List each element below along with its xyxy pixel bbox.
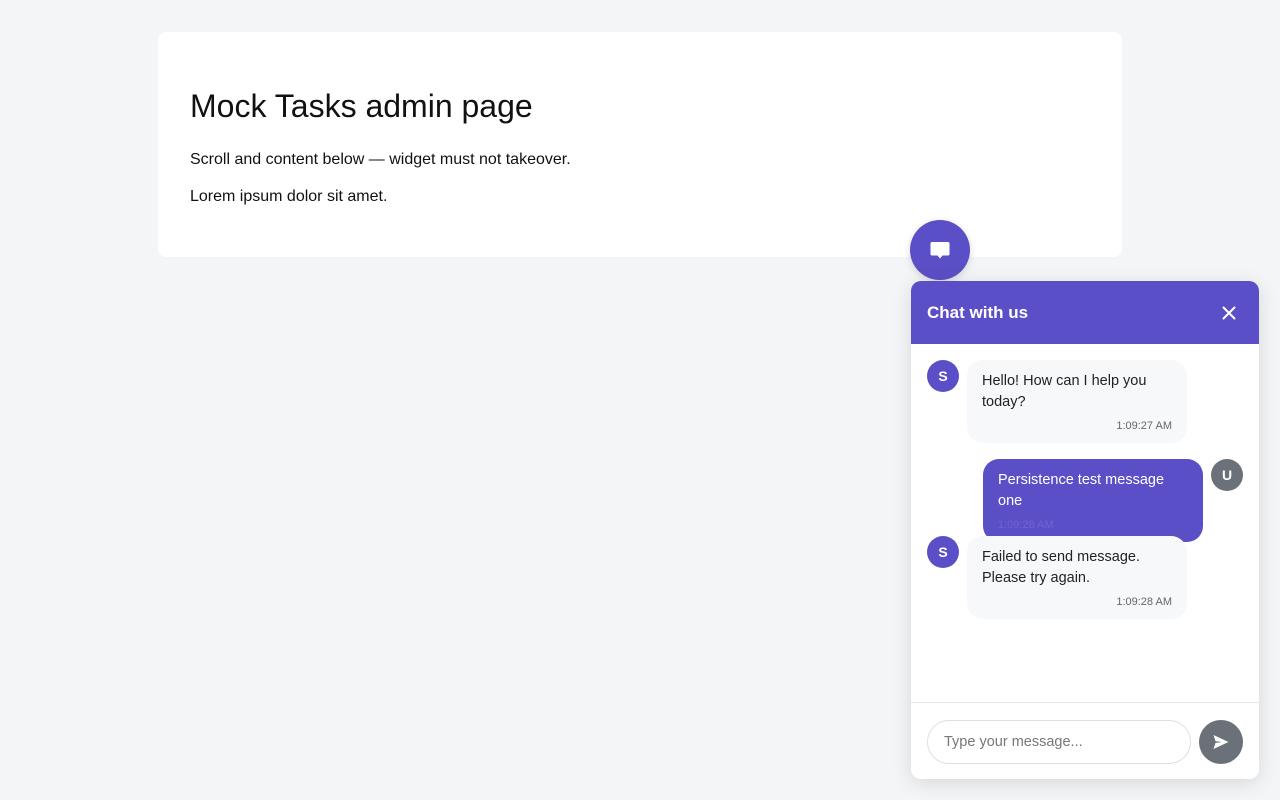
content-card: Mock Tasks admin page Scroll and content… — [158, 32, 1122, 257]
system-avatar: S — [927, 360, 959, 392]
message-text: Hello! How can I help you today? — [982, 373, 1147, 410]
message-bubble: Hello! How can I help you today? 1:09:27… — [967, 360, 1187, 443]
lorem-paragraph: Lorem ipsum dolor sit amet. — [190, 188, 388, 205]
system-avatar: S — [927, 536, 959, 568]
chat-title: Chat with us — [927, 302, 1029, 322]
close-icon — [1222, 306, 1236, 319]
chat-bubble-icon — [930, 242, 950, 259]
send-icon — [1213, 735, 1229, 749]
message-timestamp: 1:09:28 AM — [998, 519, 1054, 531]
message-list: S Hello! How can I help you today? 1:09:… — [911, 344, 1259, 702]
message-composer — [911, 702, 1259, 779]
send-button[interactable] — [1199, 720, 1243, 764]
message-text: Failed to send message. Please try again… — [982, 549, 1140, 586]
message-text: Persistence test message one — [998, 472, 1165, 509]
chat-header: Chat with us — [911, 281, 1259, 344]
page-title: Mock Tasks admin page — [190, 88, 533, 124]
message-bubble: Failed to send message. Please try again… — [967, 536, 1187, 619]
intro-paragraph: Scroll and content below — widget must n… — [190, 151, 571, 168]
message-input[interactable] — [927, 720, 1191, 764]
chat-widget: Chat with us S Hello! How can I help you… — [911, 281, 1259, 779]
message-bubble-user: Persistence test message one 1:09:28 AM — [983, 459, 1203, 542]
close-button[interactable] — [1215, 299, 1243, 327]
chat-launcher-button[interactable] — [910, 220, 970, 280]
user-avatar: U — [1211, 459, 1243, 491]
message-timestamp: 1:09:27 AM — [1116, 420, 1172, 432]
message-timestamp: 1:09:28 AM — [1116, 596, 1172, 608]
